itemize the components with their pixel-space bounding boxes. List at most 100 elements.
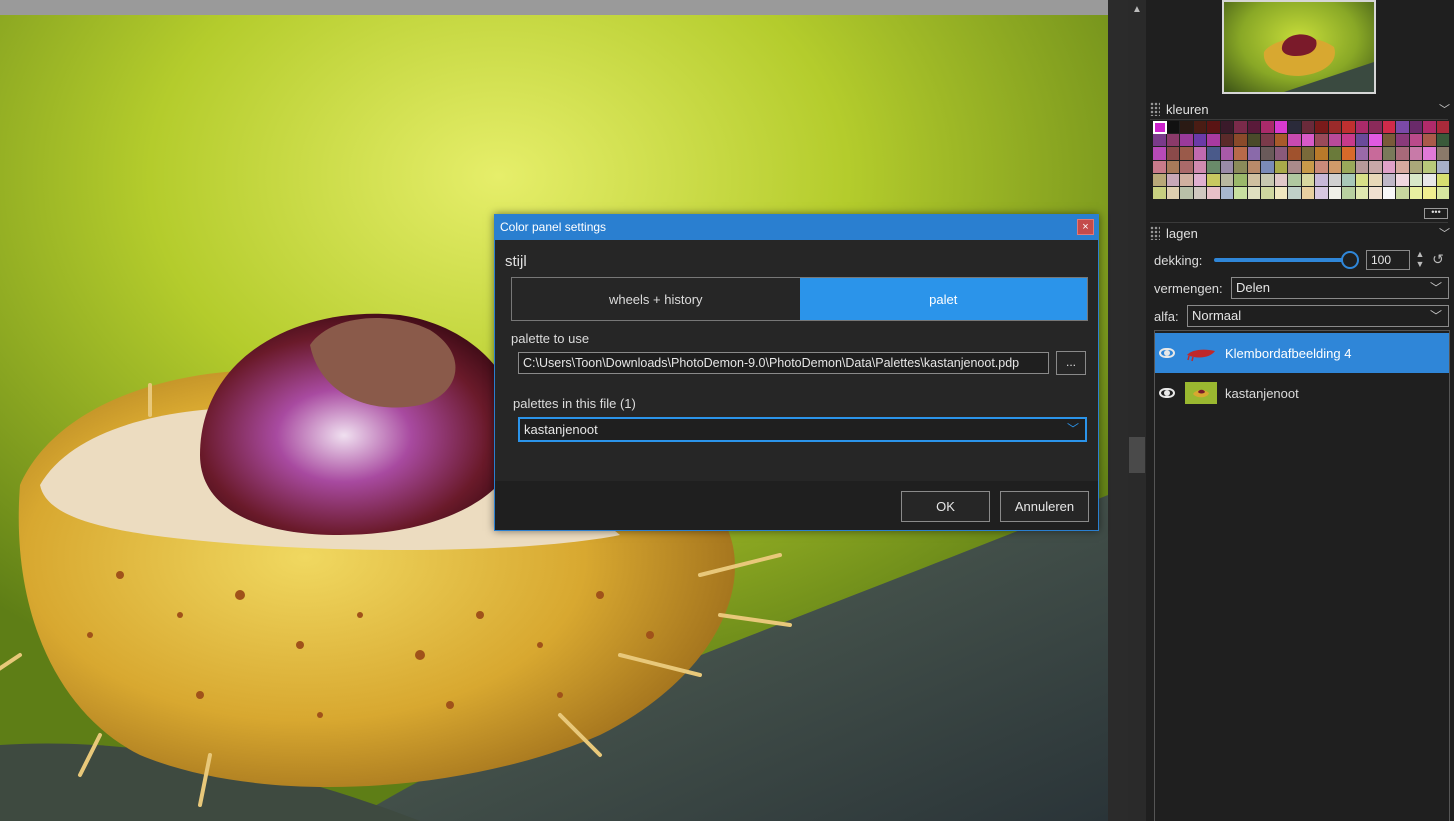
palette-swatch[interactable]: [1355, 160, 1369, 174]
palette-swatch[interactable]: [1207, 173, 1221, 187]
palette-swatch[interactable]: [1436, 121, 1450, 135]
palette-swatch[interactable]: [1274, 147, 1288, 161]
palette-swatch[interactable]: [1342, 147, 1356, 161]
palette-swatch[interactable]: [1180, 134, 1194, 148]
palette-swatch[interactable]: [1342, 134, 1356, 148]
palette-swatch[interactable]: [1193, 173, 1207, 187]
palette-swatch[interactable]: [1315, 147, 1329, 161]
palette-swatch[interactable]: [1247, 160, 1261, 174]
palette-swatch[interactable]: [1409, 134, 1423, 148]
palette-swatch[interactable]: [1369, 186, 1383, 201]
palette-swatch[interactable]: [1369, 121, 1383, 135]
palette-swatch[interactable]: [1301, 160, 1315, 174]
layer-row[interactable]: kastanjenoot: [1155, 373, 1449, 413]
dialog-titlebar[interactable]: Color panel settings ×: [495, 215, 1098, 240]
palette-swatch[interactable]: [1180, 147, 1194, 161]
palette-swatch[interactable]: [1409, 160, 1423, 174]
palette-swatch[interactable]: [1288, 147, 1302, 161]
palette-swatch[interactable]: [1220, 186, 1234, 201]
palette-swatch[interactable]: [1247, 147, 1261, 161]
palette-swatch[interactable]: [1396, 186, 1410, 201]
palette-swatch[interactable]: [1247, 121, 1261, 135]
palette-swatch[interactable]: [1261, 160, 1275, 174]
palette-swatch[interactable]: [1247, 134, 1261, 148]
palette-swatch[interactable]: [1153, 186, 1167, 201]
blend-mode-dropdown[interactable]: Delen ﹀: [1231, 277, 1449, 299]
palette-swatch[interactable]: [1423, 147, 1437, 161]
palette-swatch[interactable]: [1355, 121, 1369, 135]
palette-swatch[interactable]: [1342, 186, 1356, 201]
palette-swatch[interactable]: [1328, 173, 1342, 187]
palette-swatch[interactable]: [1369, 160, 1383, 174]
palette-swatch[interactable]: [1355, 186, 1369, 201]
style-option-palette[interactable]: palet: [799, 278, 1087, 320]
palette-swatch[interactable]: [1234, 121, 1248, 135]
palette-swatch[interactable]: [1382, 134, 1396, 148]
palette-swatch[interactable]: [1436, 186, 1450, 201]
colors-section-header[interactable]: kleuren ﹀: [1150, 99, 1450, 119]
scroll-up-arrow-icon[interactable]: ▲: [1128, 2, 1146, 18]
palette-swatch[interactable]: [1220, 160, 1234, 174]
close-icon[interactable]: ×: [1077, 219, 1094, 235]
palette-swatch[interactable]: [1396, 160, 1410, 174]
palette-more-button[interactable]: •••: [1424, 208, 1448, 219]
drag-grip-icon[interactable]: [1150, 226, 1160, 240]
palette-swatch[interactable]: [1288, 160, 1302, 174]
palette-swatch[interactable]: [1436, 134, 1450, 148]
palette-swatch[interactable]: [1153, 147, 1167, 161]
palette-swatch[interactable]: [1423, 186, 1437, 201]
palette-swatch[interactable]: [1288, 173, 1302, 187]
palette-swatch[interactable]: [1261, 186, 1275, 201]
palette-swatch[interactable]: [1220, 147, 1234, 161]
palette-swatch[interactable]: [1261, 134, 1275, 148]
palette-swatch[interactable]: [1315, 173, 1329, 187]
palette-swatch[interactable]: [1180, 173, 1194, 187]
palette-swatch[interactable]: [1207, 121, 1221, 135]
palette-swatch[interactable]: [1328, 147, 1342, 161]
palette-swatch[interactable]: [1274, 173, 1288, 187]
palette-swatch[interactable]: [1274, 121, 1288, 135]
chevron-down-icon[interactable]: ﹀: [1439, 101, 1450, 117]
palette-swatch[interactable]: [1328, 186, 1342, 201]
palette-swatch[interactable]: [1220, 134, 1234, 148]
palette-swatch[interactable]: [1409, 147, 1423, 161]
palette-swatch[interactable]: [1301, 186, 1315, 201]
palette-swatch[interactable]: [1382, 160, 1396, 174]
palette-swatch[interactable]: [1382, 186, 1396, 201]
palette-swatch[interactable]: [1193, 121, 1207, 135]
palette-swatch[interactable]: [1220, 121, 1234, 135]
palette-swatch[interactable]: [1423, 121, 1437, 135]
palette-swatch[interactable]: [1193, 160, 1207, 174]
palette-swatch[interactable]: [1355, 173, 1369, 187]
palette-swatch[interactable]: [1261, 121, 1275, 135]
ok-button[interactable]: OK: [901, 491, 990, 522]
palette-swatch[interactable]: [1315, 160, 1329, 174]
palette-swatch[interactable]: [1193, 134, 1207, 148]
drag-grip-icon[interactable]: [1150, 102, 1160, 116]
palette-swatch[interactable]: [1355, 147, 1369, 161]
palette-swatch[interactable]: [1301, 121, 1315, 135]
layers-list[interactable]: Klembordafbeelding 4 kastanjenoot: [1154, 330, 1450, 821]
palette-swatch[interactable]: [1166, 147, 1180, 161]
layers-section-header[interactable]: lagen ﹀: [1150, 223, 1450, 243]
style-option-wheels-history[interactable]: wheels + history: [512, 278, 800, 320]
palette-swatch[interactable]: [1382, 173, 1396, 187]
palette-swatch[interactable]: [1153, 160, 1167, 174]
palette-swatch[interactable]: [1166, 173, 1180, 187]
palette-swatch[interactable]: [1436, 160, 1450, 174]
palette-swatch[interactable]: [1207, 134, 1221, 148]
palette-swatch[interactable]: [1207, 160, 1221, 174]
opacity-slider-knob[interactable]: [1341, 251, 1359, 269]
palette-swatch[interactable]: [1234, 134, 1248, 148]
eye-icon[interactable]: [1159, 348, 1175, 358]
palette-swatch[interactable]: [1315, 121, 1329, 135]
palette-swatch[interactable]: [1409, 121, 1423, 135]
palette-swatch[interactable]: [1166, 186, 1180, 201]
palette-swatch[interactable]: [1234, 147, 1248, 161]
palette-swatch[interactable]: [1193, 186, 1207, 201]
opacity-spinner-icon[interactable]: ▲ ▼: [1414, 249, 1426, 271]
opacity-input[interactable]: 100: [1366, 250, 1410, 270]
palette-swatch[interactable]: [1166, 160, 1180, 174]
palette-swatch[interactable]: [1193, 147, 1207, 161]
palette-swatch[interactable]: [1396, 173, 1410, 187]
